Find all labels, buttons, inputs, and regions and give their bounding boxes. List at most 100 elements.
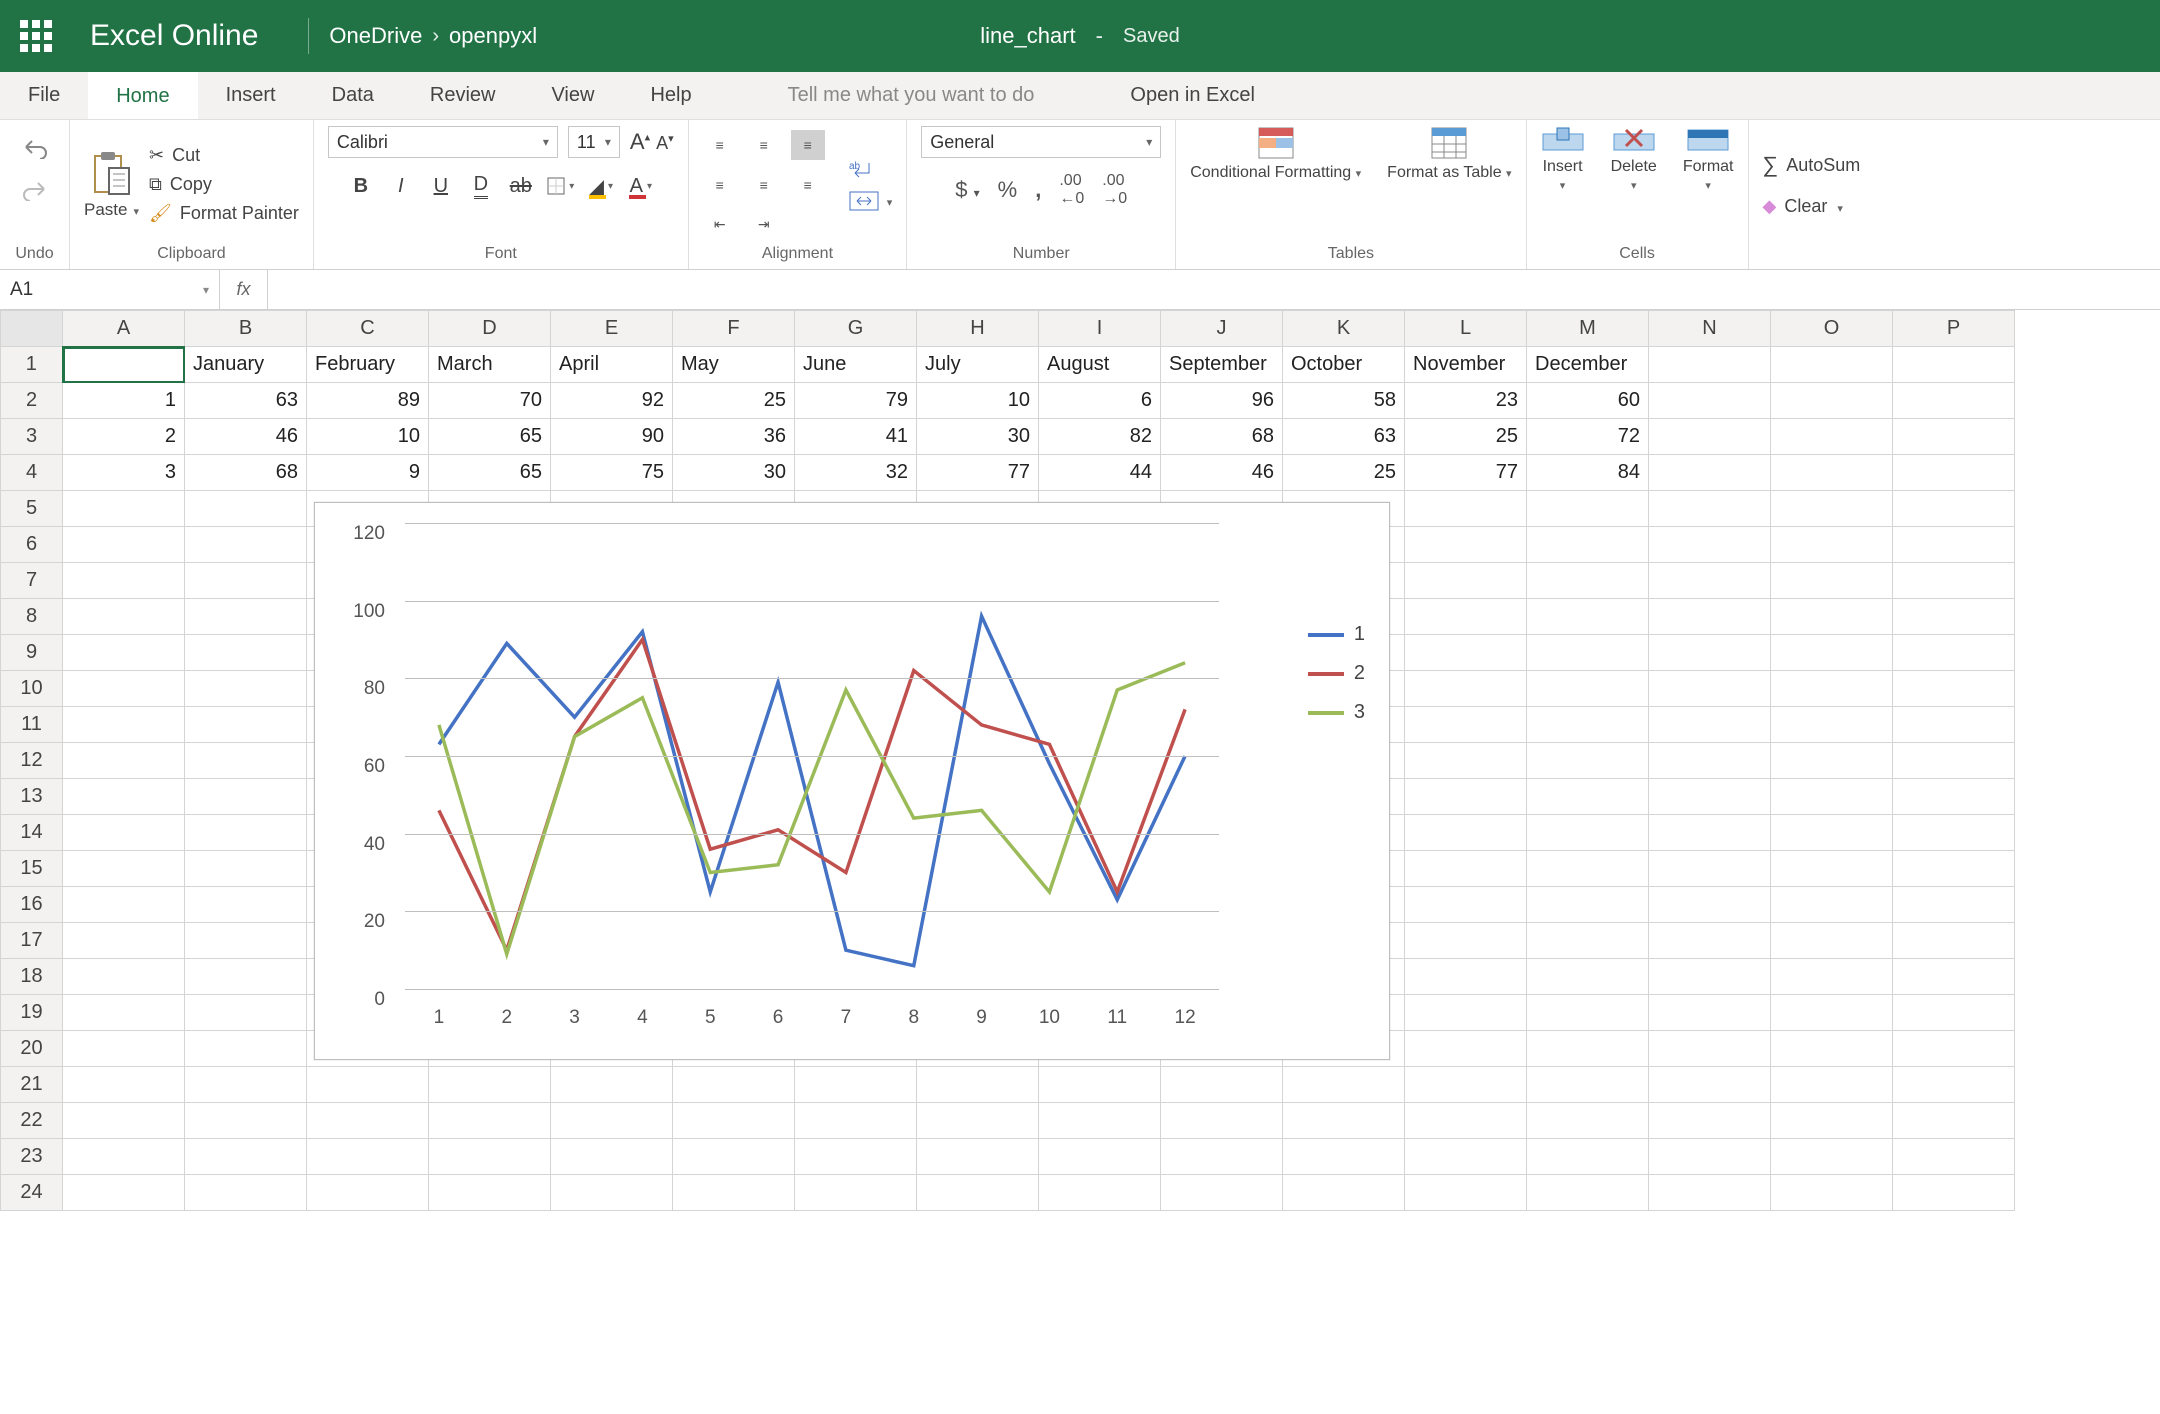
cell[interactable]: 10 bbox=[307, 419, 429, 455]
cell[interactable]: January bbox=[185, 347, 307, 383]
cell[interactable] bbox=[63, 1175, 185, 1211]
cell[interactable] bbox=[1893, 599, 2015, 635]
row-header[interactable]: 13 bbox=[1, 779, 63, 815]
cell[interactable]: 1 bbox=[63, 383, 185, 419]
cell[interactable]: 75 bbox=[551, 455, 673, 491]
cell[interactable] bbox=[1893, 419, 2015, 455]
cell[interactable] bbox=[185, 887, 307, 923]
row-header[interactable]: 1 bbox=[1, 347, 63, 383]
row-header[interactable]: 3 bbox=[1, 419, 63, 455]
breadcrumb-part[interactable]: openpyxl bbox=[449, 23, 537, 49]
cell[interactable] bbox=[1039, 1103, 1161, 1139]
cell[interactable]: 72 bbox=[1527, 419, 1649, 455]
cell[interactable] bbox=[1527, 671, 1649, 707]
align-left[interactable]: ≡ bbox=[703, 170, 737, 200]
cell[interactable] bbox=[63, 1031, 185, 1067]
cell[interactable] bbox=[185, 491, 307, 527]
cell[interactable] bbox=[185, 995, 307, 1031]
accounting-format-button[interactable]: $ ▾ bbox=[955, 177, 979, 203]
cell[interactable] bbox=[185, 707, 307, 743]
fx-icon[interactable]: fx bbox=[220, 270, 268, 309]
cell[interactable] bbox=[1649, 923, 1771, 959]
menu-review[interactable]: Review bbox=[402, 72, 524, 119]
cell[interactable] bbox=[1405, 995, 1527, 1031]
underline-button[interactable]: U bbox=[426, 172, 456, 200]
row-header[interactable]: 18 bbox=[1, 959, 63, 995]
cell[interactable]: 89 bbox=[307, 383, 429, 419]
column-header[interactable]: G bbox=[795, 311, 917, 347]
spreadsheet-grid[interactable]: ABCDEFGHIJKLMNOP1JanuaryFebruaryMarchApr… bbox=[0, 310, 2160, 1211]
cell[interactable] bbox=[63, 959, 185, 995]
cell[interactable] bbox=[1405, 959, 1527, 995]
cell[interactable] bbox=[1893, 851, 2015, 887]
cell[interactable]: December bbox=[1527, 347, 1649, 383]
cell[interactable] bbox=[1405, 671, 1527, 707]
cell[interactable]: 30 bbox=[673, 455, 795, 491]
double-underline-button[interactable]: D bbox=[466, 172, 496, 200]
cell[interactable] bbox=[917, 1175, 1039, 1211]
cell[interactable]: 9 bbox=[307, 455, 429, 491]
cell[interactable] bbox=[1649, 1031, 1771, 1067]
cell[interactable] bbox=[63, 563, 185, 599]
insert-cells-button[interactable]: Insert▾ bbox=[1541, 126, 1585, 193]
cell[interactable] bbox=[185, 599, 307, 635]
embedded-chart[interactable]: 020406080100120 123456789101112 123 bbox=[314, 502, 1390, 1060]
row-header[interactable]: 4 bbox=[1, 455, 63, 491]
menu-insert[interactable]: Insert bbox=[198, 72, 304, 119]
cell[interactable] bbox=[1893, 671, 2015, 707]
cell[interactable] bbox=[1405, 1031, 1527, 1067]
column-header[interactable]: P bbox=[1893, 311, 2015, 347]
cell[interactable]: September bbox=[1161, 347, 1283, 383]
cell[interactable] bbox=[63, 923, 185, 959]
breadcrumb-part[interactable]: OneDrive bbox=[329, 23, 422, 49]
cell[interactable] bbox=[1771, 383, 1893, 419]
legend-item[interactable]: 2 bbox=[1308, 662, 1365, 685]
cell[interactable] bbox=[1771, 815, 1893, 851]
paste-button[interactable]: Paste bbox=[84, 150, 139, 220]
row-header[interactable]: 16 bbox=[1, 887, 63, 923]
cell[interactable] bbox=[1649, 419, 1771, 455]
cell[interactable]: 63 bbox=[1283, 419, 1405, 455]
cell[interactable] bbox=[1771, 491, 1893, 527]
cell[interactable]: 65 bbox=[429, 455, 551, 491]
menu-help[interactable]: Help bbox=[622, 72, 719, 119]
row-header[interactable]: 23 bbox=[1, 1139, 63, 1175]
cell[interactable] bbox=[1649, 887, 1771, 923]
cell[interactable] bbox=[63, 707, 185, 743]
cell[interactable] bbox=[185, 743, 307, 779]
open-in-excel[interactable]: Open in Excel bbox=[1102, 72, 1283, 119]
decrease-decimal-button[interactable]: .00→0 bbox=[1102, 172, 1127, 208]
cell[interactable] bbox=[63, 1103, 185, 1139]
cell[interactable] bbox=[1893, 383, 2015, 419]
cell[interactable] bbox=[63, 635, 185, 671]
row-header[interactable]: 6 bbox=[1, 527, 63, 563]
cell[interactable] bbox=[1649, 491, 1771, 527]
cell[interactable] bbox=[1405, 491, 1527, 527]
column-header[interactable]: J bbox=[1161, 311, 1283, 347]
cell[interactable] bbox=[185, 1175, 307, 1211]
cell[interactable] bbox=[185, 779, 307, 815]
cell[interactable] bbox=[795, 1067, 917, 1103]
cell[interactable] bbox=[795, 1103, 917, 1139]
menu-home[interactable]: Home bbox=[88, 72, 197, 119]
cell[interactable]: 32 bbox=[795, 455, 917, 491]
cell[interactable] bbox=[185, 527, 307, 563]
cell[interactable] bbox=[1283, 1103, 1405, 1139]
align-top[interactable]: ≡ bbox=[703, 130, 737, 160]
cell[interactable] bbox=[1527, 779, 1649, 815]
row-header[interactable]: 9 bbox=[1, 635, 63, 671]
cell[interactable]: 96 bbox=[1161, 383, 1283, 419]
cell[interactable]: 2 bbox=[63, 419, 185, 455]
cell[interactable]: 70 bbox=[429, 383, 551, 419]
cell[interactable] bbox=[1771, 743, 1893, 779]
cell[interactable]: 77 bbox=[917, 455, 1039, 491]
cell[interactable] bbox=[63, 671, 185, 707]
cell[interactable] bbox=[1893, 887, 2015, 923]
cell[interactable]: 92 bbox=[551, 383, 673, 419]
cell[interactable] bbox=[1649, 1139, 1771, 1175]
cell[interactable] bbox=[1405, 923, 1527, 959]
cell[interactable] bbox=[1893, 815, 2015, 851]
cell[interactable] bbox=[1527, 1031, 1649, 1067]
cell[interactable] bbox=[551, 1103, 673, 1139]
cell[interactable] bbox=[1893, 1031, 2015, 1067]
